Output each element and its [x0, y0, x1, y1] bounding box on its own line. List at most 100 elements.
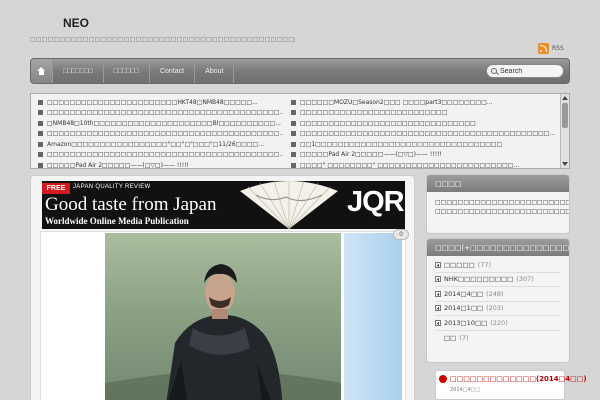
ticker-item[interactable]: □□□□□□□□□□□□□□□□□□□□□□□□□□□□□□□□□□□□□□□□…: [291, 129, 559, 140]
ticker-item[interactable]: □□□□" □□□□□□□□" □□□□□□□□□□□□□□□□□□□□□□□□…: [291, 160, 559, 171]
category-count: (220): [490, 318, 508, 327]
thumbnail-icon: [38, 110, 43, 116]
category-item[interactable]: 2014□1□□ (203): [435, 302, 561, 316]
ticker-item-text: Amazon□□□□□□□□□□□□□□□□□"□□"□"□□□"□11/26□…: [47, 140, 265, 148]
main-navigation: □□□□□□□ □□□□□□ Contact About: [30, 58, 570, 84]
ticker-item[interactable]: □□□□□Pad Air 2□□□□□——(□▽□)—— !!!!!: [291, 150, 559, 161]
category-label: □□: [444, 333, 457, 342]
banner-free-badge: FREE: [42, 183, 70, 194]
search-input[interactable]: [500, 67, 560, 75]
scroll-down-icon[interactable]: [562, 162, 568, 166]
scroll-up-icon[interactable]: [562, 96, 568, 100]
ticker-item[interactable]: □□□□□□MOZU□Season2□□□ □□□□part3□□□□□□□□.…: [291, 97, 559, 108]
comment-count-badge[interactable]: 0: [393, 229, 409, 240]
banner-slogan: Good taste from Japan: [45, 194, 217, 215]
category-label: 2014□4□□: [444, 289, 484, 298]
thumbnail-icon: [291, 162, 296, 168]
featured-post[interactable]: 0: [40, 229, 409, 400]
category-item[interactable]: NHK□□□□□□□□□ (307): [435, 273, 561, 287]
thumbnail-icon: [38, 141, 43, 147]
main-content: FREE JAPAN QUALITY REVIEW Good taste fro…: [30, 175, 415, 400]
expand-icon[interactable]: [435, 261, 441, 268]
ticker-item[interactable]: □□□□□□□□□□□□□□□□□□□□□□□□□□: [291, 108, 559, 119]
category-label: 2014□1□□: [444, 304, 484, 313]
category-item[interactable]: □□□□□ (77): [435, 258, 561, 273]
samurai-figure: [105, 264, 341, 400]
categories-widget: □□□□(+□□□□□□□□□□□□□□□□□) □□□□□(77) NHK□□…: [426, 238, 570, 363]
post-image[interactable]: [105, 233, 341, 400]
category-count: (77): [477, 260, 492, 269]
ticker-item[interactable]: Amazon□□□□□□□□□□□□□□□□□"□□"□"□□□"□11/26□…: [38, 139, 283, 150]
ticker-item[interactable]: □□1□□□□□□□□□□□□□□□□□□□□□□□□□□□□□□□□□: [291, 139, 559, 150]
nav-home-button[interactable]: [31, 59, 53, 83]
category-item[interactable]: 2013□10□□ (220): [435, 316, 561, 331]
ticker-scrollbar[interactable]: [560, 94, 569, 168]
ticker-item-text: □□□□□□MOZU□Season2□□□ □□□□part3□□□□□□□□.…: [300, 98, 493, 106]
nav-item-contact[interactable]: Contact: [150, 59, 196, 83]
ticker-item-text: □□□□□□□□□□□□□□□□□□□□□□□□□□□□□□□□□□□□□□□□…: [47, 130, 283, 138]
ticker-item[interactable]: □□□□□□□□□□□□□□□□□□□□□□□□□□□□□□□□□□□□□□□□…: [38, 129, 283, 140]
thumbnail-icon: [38, 99, 43, 105]
category-item[interactable]: 2014□4□□ (248): [435, 287, 561, 302]
thumbnail-icon: [291, 131, 296, 137]
site-title[interactable]: NEO: [63, 16, 89, 30]
ticker-item[interactable]: □NMB48□10th□□□□□□□□□□□□□□□□□□□□□BI□□□□□□…: [38, 118, 283, 129]
thumbnail-icon: [291, 120, 296, 126]
categories-widget-title: □□□□(+□□□□□□□□□□□□□□□□□): [427, 239, 569, 256]
rss-label: RSS: [552, 45, 564, 52]
search-icon: [491, 68, 497, 74]
ticker-item-text: □NMB48□10th□□□□□□□□□□□□□□□□□□□□□BI□□□□□□…: [47, 119, 281, 127]
ticker-item-text: □□□□□□□□□□□□□□□□□□□□□□□HKT48□NMB48□□□□□.…: [47, 98, 258, 106]
ticker-item-text: □□□□□□□□□□□□□□□□□□□□□□□□□□□□□□□: [300, 119, 476, 127]
ticker-item[interactable]: □□□□□□□□□□□□□□□□□□□□□□□□□□□□□□□□□□□□□□□□…: [38, 150, 283, 161]
ranking-subtitle: 2014□4□□: [450, 387, 481, 393]
category-count: (307): [516, 275, 534, 284]
search-box[interactable]: [486, 64, 564, 78]
ranking-title-text: □□□□□□□□□□□□□(2014□4□□): [450, 375, 587, 383]
ticker-item-text: □□□□□□□□□□□□□□□□□□□□□□□□□□: [300, 109, 448, 117]
ticker-item-text: □□□□□Pad Air 2□□□□□——(□▽□)—— !!!!!: [300, 151, 442, 159]
category-count: (248): [486, 289, 504, 298]
category-list: □□□□□ (77) NHK□□□□□□□□□ (307) 2014□4□□ (248…: [427, 256, 569, 347]
ticker-item[interactable]: □□□□□□□□□□□□□□□□□□□□□□□HKT48□NMB48□□□□□.…: [38, 97, 283, 108]
ticker-item-text: □□□□□□□□□□□□□□□□□□□□□□□□□□□□□□□□□□□□□□□□…: [300, 130, 556, 138]
category-count: (7): [459, 333, 469, 342]
ticker-item-text: □□□□□Pad Air 2□□□□□——(□▽□)—— !!!!!: [47, 161, 189, 169]
side-image: [344, 233, 402, 400]
home-icon: [37, 67, 46, 75]
ranking-widget: □□□□□□□□□□□□□(2014□4□□) 2014□4□□: [435, 370, 587, 400]
ticker-item[interactable]: □□□□□□□□□□□□□□□□□□□□□□□□□□□□□□□: [291, 118, 559, 129]
expand-icon[interactable]: [435, 319, 441, 326]
thumbnail-icon: [38, 120, 43, 126]
ticker-item-text: □□□□□□□□□□□□□□□□□□□□□□□□□□□□□□□□□□□□□□□□…: [47, 109, 283, 117]
expand-icon[interactable]: [435, 276, 441, 283]
folding-fan-icon: [240, 181, 338, 229]
ranking-icon: [439, 375, 447, 383]
about-widget: □□□□ □□□□□□□□□□□□□□□□□□□□□□□□□□□□□□□"□□□…: [426, 174, 570, 234]
ticker-item-text: □□1□□□□□□□□□□□□□□□□□□□□□□□□□□□□□□□□□: [300, 140, 503, 148]
about-widget-text: □□□□□□□□□□□□□□□□□□□□□□□□□□□□□□□"□□□□□□□□…: [435, 199, 570, 215]
category-item[interactable]: □□ (7): [435, 331, 561, 346]
nav-item-about[interactable]: About: [195, 59, 235, 83]
scroll-thumb[interactable]: [562, 103, 568, 128]
expand-icon[interactable]: [435, 305, 441, 312]
ticker-item[interactable]: □□□□□□□□□□□□□□□□□□□□□□□□□□□□□□□□□□□□□□□□…: [38, 108, 283, 119]
thumbnail-icon: [291, 110, 296, 116]
ticker-column-left: □□□□□□□□□□□□□□□□□□□□□□□HKT48□NMB48□□□□□.…: [38, 97, 283, 171]
site-description: □□□□□□□□□□□□□□□□□□□□□□□□□□□□□□□□□□□□□□□□…: [30, 36, 295, 43]
banner-review-label: JAPAN QUALITY REVIEW: [73, 184, 151, 190]
expand-icon[interactable]: [435, 290, 441, 297]
nav-item-1[interactable]: □□□□□□□: [53, 59, 104, 83]
ticker-item-text: □□□□" □□□□□□□□" □□□□□□□□□□□□□□□□□□□□□□□□…: [300, 161, 520, 169]
rss-link[interactable]: RSS: [538, 42, 564, 55]
jqr-banner[interactable]: FREE JAPAN QUALITY REVIEW Good taste fro…: [42, 181, 405, 229]
about-widget-title: □□□□: [427, 175, 569, 192]
ranking-title[interactable]: □□□□□□□□□□□□□(2014□4□□): [436, 371, 587, 387]
ticker-item-text: □□□□□□□□□□□□□□□□□□□□□□□□□□□□□□□□□□□□□□□□…: [47, 151, 283, 159]
thumbnail-icon: [38, 162, 43, 168]
nav-item-2[interactable]: □□□□□□: [104, 59, 150, 83]
ticker-item[interactable]: □□□□□Pad Air 2□□□□□——(□▽□)—— !!!!!: [38, 160, 283, 171]
category-count: (203): [486, 304, 504, 313]
category-label: NHK□□□□□□□□□: [444, 275, 514, 284]
category-label: 2013□10□□: [444, 318, 488, 327]
